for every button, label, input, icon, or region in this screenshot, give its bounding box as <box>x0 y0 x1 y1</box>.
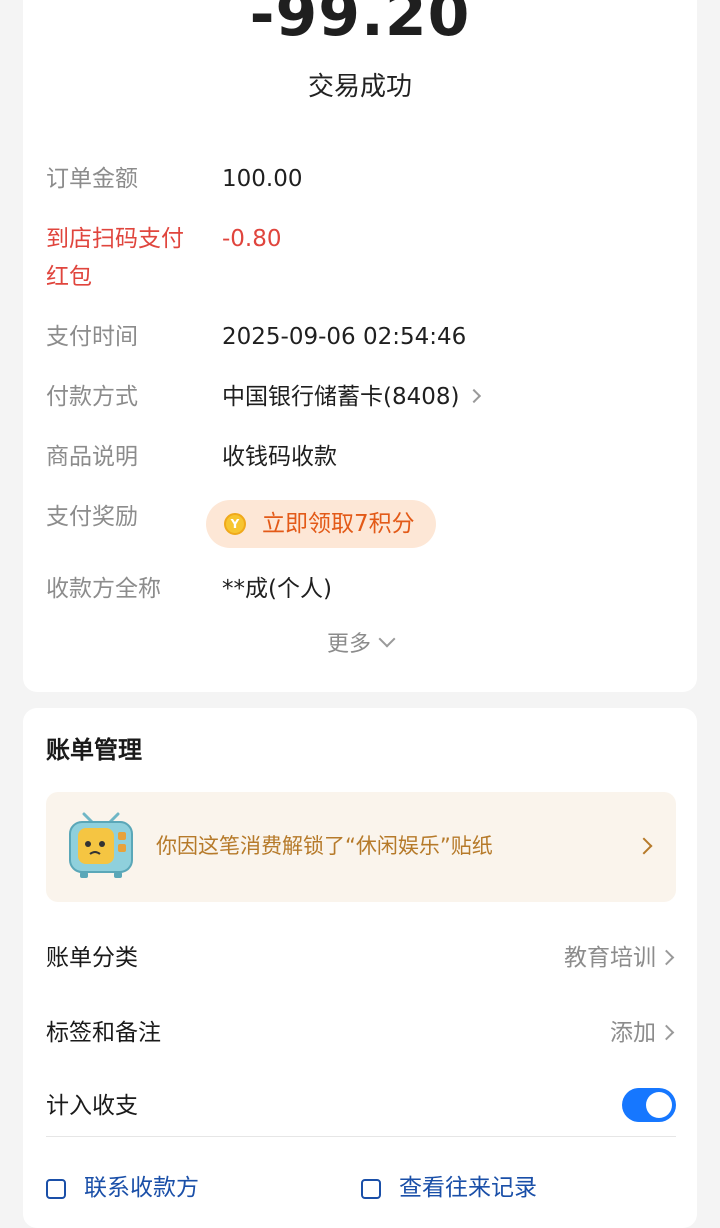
pay-reward-label: 支付奖励 <box>46 504 138 530</box>
bill-management-card: 账单管理 你因这笔消费解锁了“休闲娱乐”贴纸 账单分类 教育培训 标签和备注 添… <box>23 708 697 1228</box>
chevron-right-icon <box>658 949 675 966</box>
chevron-right-icon <box>635 837 653 855</box>
bill-management-title: 账单管理 <box>46 736 142 764</box>
divider <box>46 1136 676 1137</box>
redpacket-value: -0.80 <box>222 226 282 252</box>
bill-category-row[interactable]: 账单分类 教育培训 <box>46 938 676 978</box>
contact-icon <box>46 1178 66 1199</box>
claim-points-button[interactable]: Y 立即领取7积分 <box>206 500 436 548</box>
contact-payee-button[interactable]: 联系收款方 <box>46 1168 199 1202</box>
chevron-down-icon <box>378 630 396 648</box>
pay-method-value[interactable]: 中国银行储蓄卡(8408) <box>222 378 482 416</box>
more-label: 更多 <box>326 632 371 657</box>
order-amount-label: 订单金额 <box>46 166 138 192</box>
pay-method-label: 付款方式 <box>46 384 138 410</box>
view-history-button[interactable]: 查看往来记录 <box>361 1168 537 1202</box>
tags-notes-value: 添加 <box>610 1020 656 1046</box>
product-desc-value: 收钱码收款 <box>222 444 337 470</box>
payee-name-value: **成(个人) <box>222 576 332 602</box>
sticker-banner[interactable]: 你因这笔消费解锁了“休闲娱乐”贴纸 <box>46 792 676 902</box>
transaction-status: 交易成功 <box>307 72 412 102</box>
chevron-right-icon <box>467 388 482 403</box>
redpacket-label: 到店扫码支付 红包 <box>46 220 206 296</box>
count-in-row: 计入收支 <box>46 1086 676 1126</box>
count-in-toggle[interactable] <box>622 1088 676 1122</box>
count-in-label: 计入收支 <box>46 1093 138 1119</box>
pay-time-value: 2025-09-06 02:54:46 <box>222 324 467 350</box>
coin-icon: Y <box>224 513 246 535</box>
sticker-banner-text: 你因这笔消费解锁了“休闲娱乐”贴纸 <box>156 834 493 858</box>
chevron-right-icon <box>658 1024 675 1041</box>
redpacket-label-line2: 红包 <box>46 264 92 290</box>
pay-method-text: 中国银行储蓄卡(8408) <box>222 384 460 410</box>
toggle-knob <box>646 1092 672 1118</box>
view-history-label: 查看往来记录 <box>399 1175 537 1201</box>
more-button[interactable]: 更多 <box>23 626 697 658</box>
payee-name-label: 收款方全称 <box>46 576 161 602</box>
redpacket-label-line1: 到店扫码支付 <box>46 226 184 252</box>
transaction-card: -99.20 交易成功 订单金额 100.00 到店扫码支付 红包 -0.80 … <box>23 0 697 692</box>
tags-notes-row[interactable]: 标签和备注 添加 <box>46 1013 676 1053</box>
tv-sticker-icon <box>69 812 133 878</box>
order-amount-value: 100.00 <box>222 166 303 192</box>
product-desc-label: 商品说明 <box>46 444 138 470</box>
bill-category-label: 账单分类 <box>46 945 138 971</box>
transaction-amount: -99.20 <box>249 0 471 50</box>
pay-time-label: 支付时间 <box>46 324 138 350</box>
tags-notes-label: 标签和备注 <box>46 1020 161 1046</box>
contact-payee-label: 联系收款方 <box>84 1175 199 1201</box>
bill-category-value: 教育培训 <box>564 945 656 971</box>
list-icon <box>361 1178 381 1199</box>
claim-points-label: 立即领取7积分 <box>262 511 415 537</box>
